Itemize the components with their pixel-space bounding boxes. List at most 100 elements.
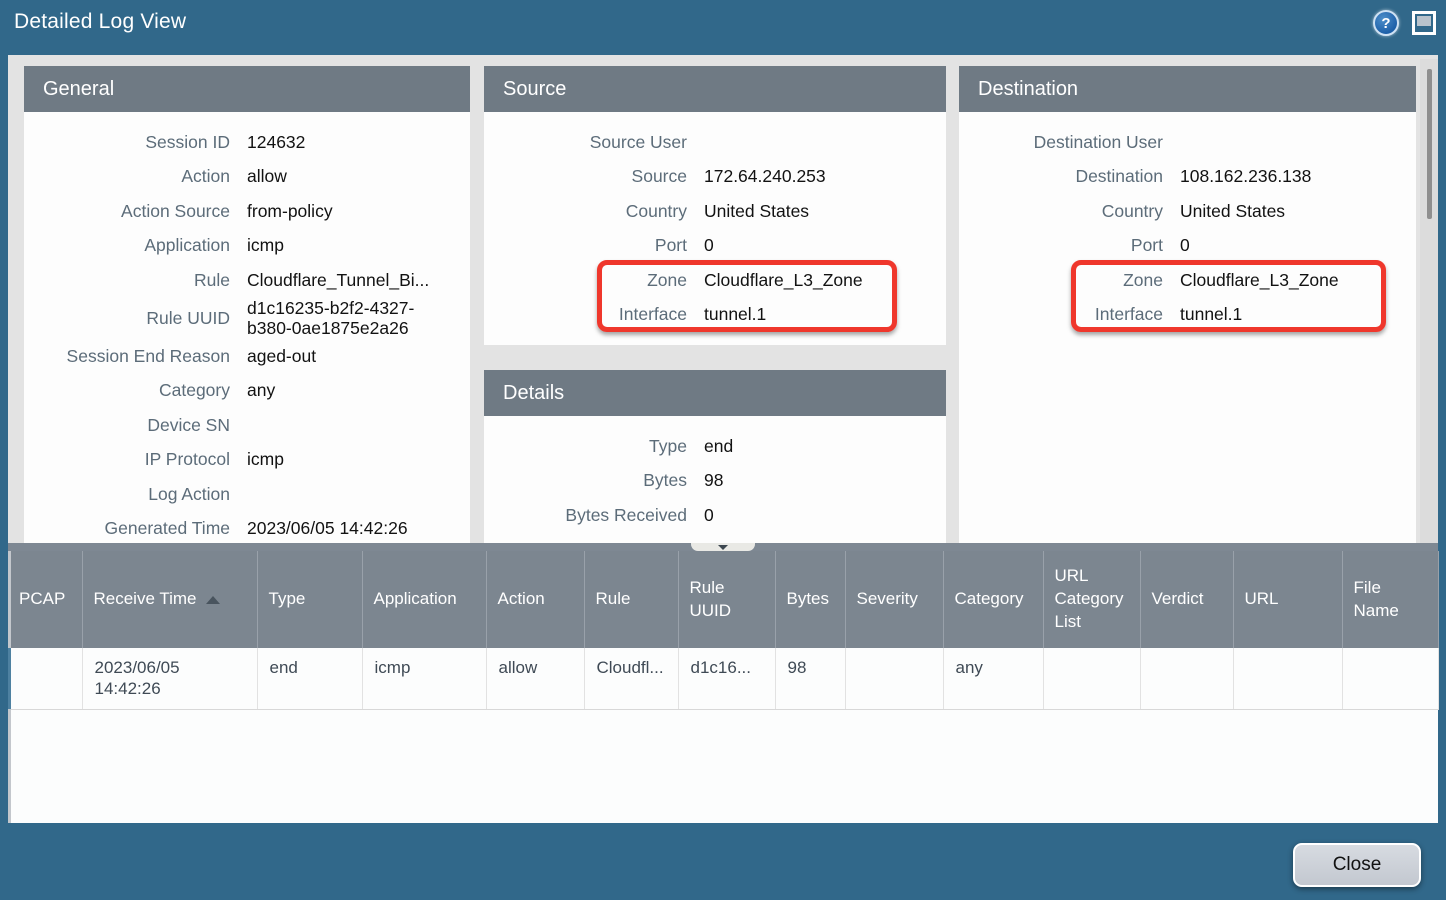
field-value: 0 — [704, 235, 714, 256]
field-value: end — [704, 436, 733, 457]
general-panel: General Session ID124632ActionallowActio… — [24, 66, 470, 543]
dialog-content: General Session ID124632ActionallowActio… — [8, 55, 1438, 823]
field-value: 98 — [704, 470, 723, 491]
field-row-action: Actionallow — [24, 160, 470, 195]
field-row-destination-user: Destination User — [959, 125, 1416, 160]
field-row-rule: RuleCloudflare_Tunnel_Bi... — [24, 263, 470, 298]
field-row-device-sn: Device SN — [24, 408, 470, 443]
field-label: Source — [484, 166, 687, 187]
field-value: any — [247, 380, 275, 401]
vertical-scrollbar-track[interactable] — [1420, 59, 1438, 543]
field-label: Zone — [484, 270, 687, 291]
field-row-ip-protocol: IP Protocolicmp — [24, 442, 470, 477]
field-label: Port — [959, 235, 1163, 256]
field-row-zone: Zone Cloudflare_L3_Zone — [959, 263, 1416, 298]
field-row-country: CountryUnited States — [959, 194, 1416, 229]
panel-table-splitter[interactable] — [8, 543, 1438, 551]
field-label: Application — [24, 235, 230, 256]
field-label: Source User — [484, 132, 687, 153]
help-icon[interactable]: ? — [1373, 10, 1399, 36]
close-button[interactable]: Close — [1293, 843, 1421, 887]
field-row-session-end-reason: Session End Reason aged-out — [24, 339, 470, 374]
cell-url — [1233, 648, 1342, 709]
field-label: Destination User — [959, 132, 1163, 153]
field-value: 2023/06/05 14:42:26 — [247, 518, 408, 539]
cell-severity — [845, 648, 943, 709]
field-value: from-policy — [247, 201, 333, 222]
field-label: Session ID — [24, 132, 230, 153]
field-label: Category — [24, 380, 230, 401]
titlebar-icons: ? — [1373, 10, 1436, 36]
field-value: 124632 — [247, 132, 305, 153]
window-restore-icon-inner — [1417, 16, 1431, 26]
log-detail-panels-section: General Session ID124632ActionallowActio… — [8, 55, 1438, 543]
log-table-section: PCAPReceive TimeTypeApplicationActionRul… — [8, 551, 1438, 823]
field-row-interface: Interfacetunnel.1 — [959, 298, 1416, 333]
field-value: Cloudflare_Tunnel_Bi... — [247, 270, 429, 291]
field-value: 0 — [1180, 235, 1190, 256]
field-row-session-id: Session ID 124632 — [24, 125, 470, 160]
field-value: Cloudflare_L3_Zone — [1180, 270, 1339, 291]
field-row-category: Category any — [24, 373, 470, 408]
field-label: IP Protocol — [24, 449, 230, 470]
field-value: 108.162.236.138 — [1180, 166, 1311, 187]
field-row-generated-time: Generated Time2023/06/05 14:42:26 — [24, 511, 470, 543]
field-row-interface: Interfacetunnel.1 — [484, 298, 946, 333]
field-label: Interface — [959, 304, 1163, 325]
cell-application: icmp — [362, 648, 486, 709]
column-header-bytes[interactable]: Bytes — [775, 551, 845, 648]
column-header-application[interactable]: Application — [362, 551, 486, 648]
field-label: Interface — [484, 304, 687, 325]
detailed-log-view-dialog: Detailed Log View ? General Session ID12… — [0, 0, 1446, 900]
field-label: Port — [484, 235, 687, 256]
dialog-titlebar: Detailed Log View ? — [0, 0, 1446, 47]
column-header-receive-time[interactable]: Receive Time — [82, 551, 257, 648]
field-label: Rule UUID — [24, 308, 230, 329]
source-panel-title: Source — [484, 66, 946, 112]
field-value: 172.64.240.253 — [704, 166, 826, 187]
log-table-row[interactable]: 2023/06/05 14:42:26endicmpallowCloudfl..… — [8, 648, 1438, 709]
column-header-severity[interactable]: Severity — [845, 551, 943, 648]
field-row-destination: Destination108.162.236.138 — [959, 160, 1416, 195]
field-label: Device SN — [24, 415, 230, 436]
cell-category: any — [943, 648, 1043, 709]
field-row-type: Typeend — [484, 429, 946, 464]
column-header-action[interactable]: Action — [486, 551, 584, 648]
field-label: Country — [959, 201, 1163, 222]
dialog-title: Detailed Log View — [14, 10, 186, 34]
vertical-scrollbar-thumb[interactable] — [1427, 69, 1432, 219]
field-row-port: Port 0 — [484, 229, 946, 264]
destination-panel-body: Destination User Destination108.162.236.1… — [959, 112, 1416, 543]
field-value: d1c16235-b2f2-4327-b380-0ae1875e2a26 — [247, 298, 432, 339]
cell-type: end — [257, 648, 362, 709]
field-row-bytes-received: Bytes Received0 — [484, 498, 946, 533]
splitter-collapse-handle[interactable] — [691, 543, 755, 551]
field-row-log-action: Log Action — [24, 477, 470, 512]
field-value: aged-out — [247, 346, 316, 367]
destination-panel: Destination Destination UserDestination1… — [959, 66, 1416, 543]
column-header-url-category-list[interactable]: URL Category List — [1043, 551, 1140, 648]
column-header-pcap[interactable]: PCAP — [8, 551, 82, 648]
cell-rule: Cloudfl... — [584, 648, 678, 709]
window-restore-icon[interactable] — [1412, 11, 1436, 35]
cell-url-category-list — [1043, 648, 1140, 709]
column-header-rule-uuid[interactable]: Rule UUID — [678, 551, 775, 648]
column-header-category[interactable]: Category — [943, 551, 1043, 648]
field-row-action-source: Action Sourcefrom-policy — [24, 194, 470, 229]
column-header-file-name[interactable]: File Name — [1342, 551, 1438, 648]
field-value: Cloudflare_L3_Zone — [704, 270, 863, 291]
cell-pcap — [8, 648, 82, 709]
field-value: allow — [247, 166, 287, 187]
field-label: Bytes — [484, 470, 687, 491]
column-header-type[interactable]: Type — [257, 551, 362, 648]
cell-action: allow — [486, 648, 584, 709]
column-header-rule[interactable]: Rule — [584, 551, 678, 648]
column-header-verdict[interactable]: Verdict — [1140, 551, 1233, 648]
column-header-url[interactable]: URL — [1233, 551, 1342, 648]
field-label: Zone — [959, 270, 1163, 291]
details-panel-body: Typeend Bytes 98 Bytes Received0 — [484, 416, 946, 543]
field-row-application: Applicationicmp — [24, 229, 470, 264]
log-table: PCAPReceive TimeTypeApplicationActionRul… — [8, 551, 1439, 710]
field-label: Session End Reason — [24, 346, 230, 367]
field-label: Country — [484, 201, 687, 222]
